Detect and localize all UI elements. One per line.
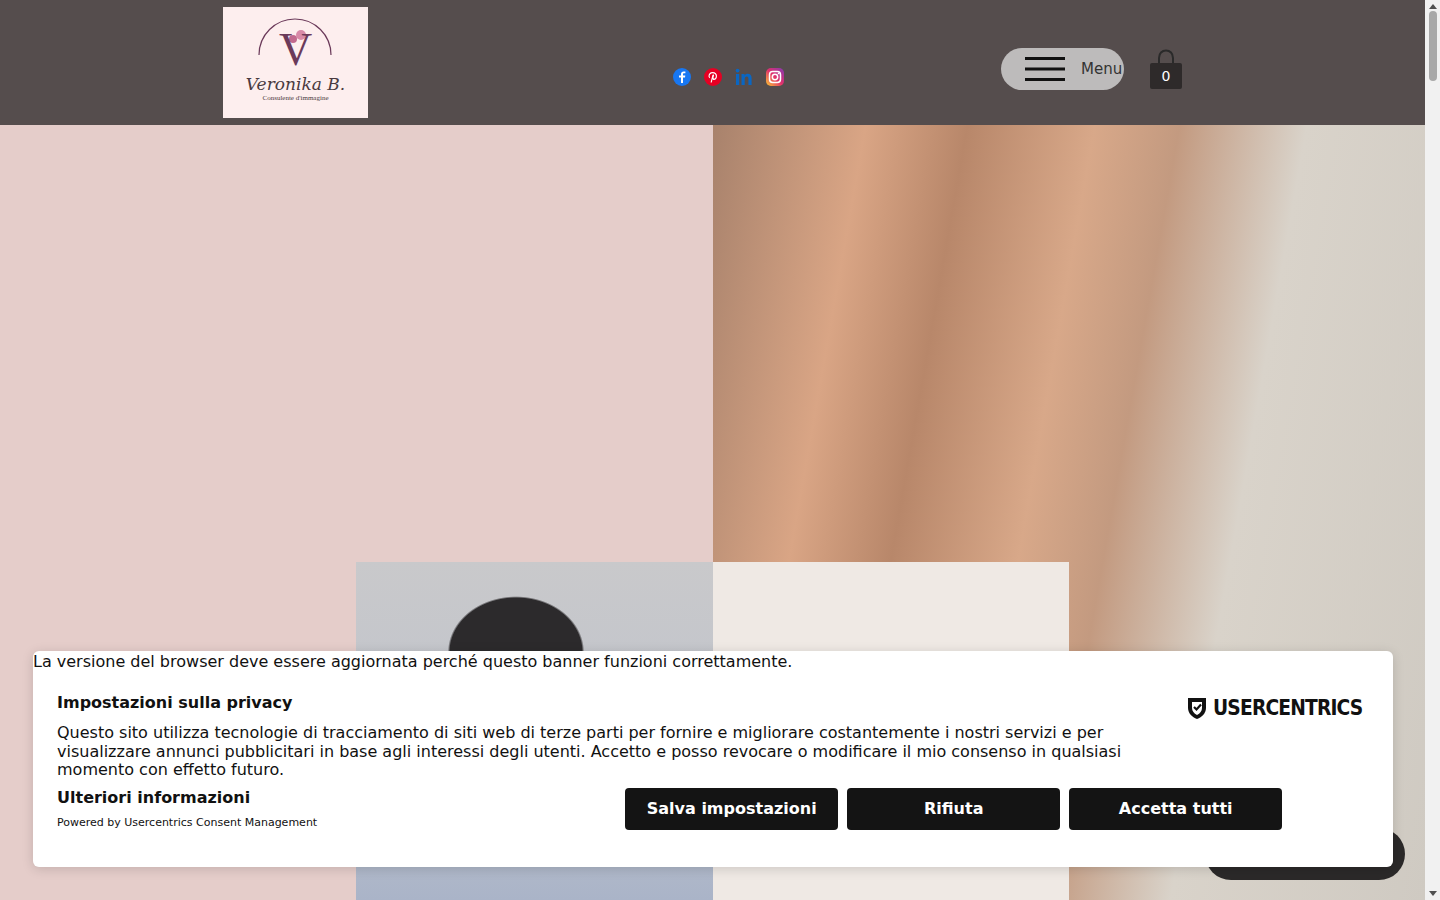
- scroll-down-icon[interactable]: [1429, 891, 1437, 896]
- consent-body: Questo sito utilizza tecnologie di tracc…: [57, 724, 1161, 780]
- site-header: V Veronika B.Consulente d'immagine Menu 0: [0, 0, 1425, 125]
- consent-button[interactable]: Accetta tutti: [1069, 788, 1282, 830]
- logo-monogram: V: [279, 27, 312, 73]
- logo[interactable]: V Veronika B.Consulente d'immagine: [223, 7, 368, 118]
- scrollbar-thumb[interactable]: [1429, 11, 1437, 81]
- scrollbar[interactable]: [1425, 0, 1440, 900]
- consent-button[interactable]: Salva impostazioni: [625, 788, 838, 830]
- header-actions: Menu 0: [1001, 48, 1183, 90]
- logo-tagline: Consulente d'immagine: [262, 94, 328, 102]
- cart-count: 0: [1149, 68, 1183, 84]
- consent-text: Impostazioni sulla privacy Questo sito ut…: [57, 693, 1161, 780]
- consent-content: Impostazioni sulla privacy Questo sito ut…: [33, 671, 1393, 854]
- social-links: [672, 67, 785, 87]
- menu-label: Menu: [1081, 60, 1122, 78]
- consent-button[interactable]: Rifiuta: [847, 788, 1060, 830]
- scroll-up-icon[interactable]: [1429, 4, 1437, 9]
- hamburger-icon: [1025, 55, 1067, 83]
- logo-signature: Veronika B.: [246, 75, 345, 94]
- menu-button[interactable]: Menu: [1001, 48, 1124, 90]
- pinterest-icon[interactable]: [703, 67, 723, 87]
- consent-banner: La versione del browser deve essere aggi…: [33, 651, 1393, 867]
- consent-buttons: Salva impostazioniRifiutaAccetta tutti: [625, 788, 1369, 830]
- linkedin-icon[interactable]: [734, 67, 754, 87]
- shield-icon: [1185, 696, 1209, 720]
- page: V Veronika B.Consulente d'immagine Menu 0 La…: [0, 0, 1440, 900]
- cart-button[interactable]: 0: [1149, 48, 1183, 90]
- instagram-icon[interactable]: [765, 67, 785, 87]
- browser-notice: La versione del browser deve essere aggi…: [33, 651, 1393, 671]
- facebook-icon[interactable]: [672, 67, 692, 87]
- usercentrics-logo: USERCENTRICS: [1185, 695, 1369, 720]
- brand-name: USERCENTRICS: [1213, 695, 1362, 720]
- consent-title: Impostazioni sulla privacy: [57, 693, 1161, 713]
